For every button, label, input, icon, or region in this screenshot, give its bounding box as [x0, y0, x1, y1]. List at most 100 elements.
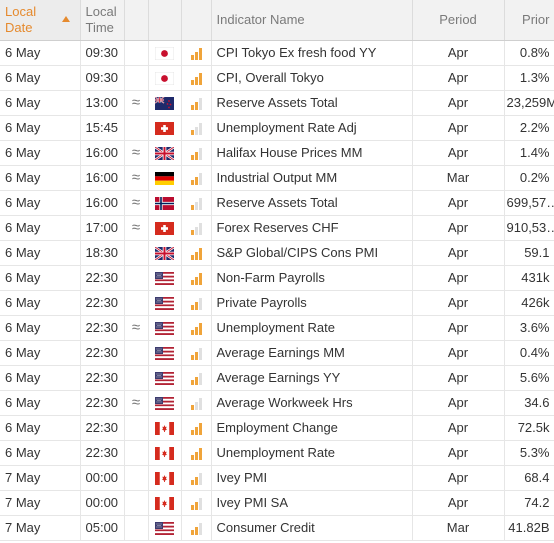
period-cell: Apr [412, 215, 505, 241]
approx-icon [124, 240, 149, 266]
indicator-name-cell[interactable]: Unemployment Rate [211, 440, 413, 466]
indicator-name-cell[interactable]: Unemployment Rate Adj [211, 115, 413, 141]
approx-icon [124, 265, 149, 291]
table-row[interactable]: 6 May 15:45 Unemployment Rate Adj Apr 2.2% [0, 115, 554, 141]
local-time-cell: 16:00 [80, 190, 125, 216]
indicator-name-cell[interactable]: Ivey PMI SA [211, 490, 413, 516]
indicator-name-cell[interactable]: Unemployment Rate [211, 315, 413, 341]
importance-cell [181, 115, 212, 141]
table-row[interactable]: 7 May 00:00 Ivey PMI SA Apr 74.2 [0, 490, 554, 516]
column-header-prior[interactable]: Prior [504, 0, 554, 41]
table-row[interactable]: 6 May 22:30 ≈ Unemployment Rate Apr 3.6% [0, 315, 554, 341]
ca-flag-icon [155, 422, 174, 436]
table-row[interactable]: 6 May 17:00 ≈ Forex Reserves CHF Apr 910,53… [0, 215, 554, 241]
us-flag-icon [155, 397, 174, 411]
column-header-indicator-name-label: Indicator Name [216, 11, 305, 27]
country-flag-cell [148, 165, 182, 191]
table-row[interactable]: 6 May 16:00 ≈ Reserve Assets Total Apr 699,57… [0, 190, 554, 216]
local-date-cell: 6 May [0, 40, 81, 66]
local-time-cell: 13:00 [80, 90, 125, 116]
indicator-name-cell[interactable]: Employment Change [211, 415, 413, 441]
table-row[interactable]: 7 May 05:00 Consumer Credit Mar 41.82B [0, 515, 554, 541]
importance-bars-icon [190, 222, 202, 235]
prior-cell: 0.4% [504, 340, 554, 366]
column-header-local-time[interactable]: Local Time [80, 0, 125, 41]
country-flag-cell [148, 490, 182, 516]
table-row[interactable]: 6 May 22:30 Employment Change Apr 72.5k [0, 415, 554, 441]
period-cell: Apr [412, 490, 505, 516]
country-flag-cell [148, 315, 182, 341]
local-date-cell: 6 May [0, 115, 81, 141]
local-time-cell: 22:30 [80, 365, 125, 391]
local-date-cell: 6 May [0, 340, 81, 366]
column-header-period[interactable]: Period [412, 0, 505, 41]
local-time-cell: 22:30 [80, 290, 125, 316]
table-row[interactable]: 6 May 22:30 Private Payrolls Apr 426k [0, 290, 554, 316]
local-time-cell: 09:30 [80, 65, 125, 91]
indicator-name-cell[interactable]: Non-Farm Payrolls [211, 265, 413, 291]
indicator-name-cell[interactable]: Reserve Assets Total [211, 190, 413, 216]
indicator-name-cell[interactable]: CPI, Overall Tokyo [211, 65, 413, 91]
local-date-cell: 7 May [0, 465, 81, 491]
importance-bars-icon [190, 97, 202, 110]
local-time-cell: 16:00 [80, 165, 125, 191]
table-row[interactable]: 6 May 22:30 Non-Farm Payrolls Apr 431k [0, 265, 554, 291]
table-header-row: Local Date Local Time Indicator Name Per… [0, 0, 554, 41]
table-row[interactable]: 6 May 22:30 Average Earnings MM Apr 0.4% [0, 340, 554, 366]
table-row[interactable]: 6 May 13:00 ≈ Reserve Assets Total Apr 23,259… [0, 90, 554, 116]
indicator-name-cell[interactable]: Average Workweek Hrs [211, 390, 413, 416]
prior-cell: 59.1 [504, 240, 554, 266]
country-flag-cell [148, 140, 182, 166]
indicator-name-cell[interactable]: Private Payrolls [211, 290, 413, 316]
indicator-name-cell[interactable]: Halifax House Prices MM [211, 140, 413, 166]
indicator-name-cell[interactable]: Average Earnings YY [211, 365, 413, 391]
table-row[interactable]: 6 May 09:30 CPI Tokyo Ex fresh food YY Apr 0… [0, 40, 554, 66]
period-cell: Mar [412, 165, 505, 191]
local-time-cell: 00:00 [80, 465, 125, 491]
country-flag-cell [148, 390, 182, 416]
indicator-name-cell[interactable]: Reserve Assets Total [211, 90, 413, 116]
importance-bars-icon [190, 147, 202, 160]
table-row[interactable]: 6 May 22:30 ≈ Average Workweek Hrs Apr 34.6 [0, 390, 554, 416]
importance-cell [181, 190, 212, 216]
table-row[interactable]: 6 May 16:00 ≈ Industrial Output MM Mar 0.2% [0, 165, 554, 191]
us-flag-icon [155, 322, 174, 336]
indicator-name-cell[interactable]: Consumer Credit [211, 515, 413, 541]
importance-bars-icon [190, 197, 202, 210]
country-flag-cell [148, 415, 182, 441]
prior-cell: 1.4% [504, 140, 554, 166]
importance-bars-icon [190, 172, 202, 185]
period-cell: Mar [412, 515, 505, 541]
table-row[interactable]: 6 May 22:30 Average Earnings YY Apr 5.6% [0, 365, 554, 391]
indicator-name-cell[interactable]: Average Earnings MM [211, 340, 413, 366]
approx-icon [124, 290, 149, 316]
approx-icon: ≈ [124, 165, 149, 191]
local-time-cell: 15:45 [80, 115, 125, 141]
column-header-local-date[interactable]: Local Date [0, 0, 81, 41]
indicator-name-cell[interactable]: S&P Global/CIPS Cons PMI [211, 240, 413, 266]
period-cell: Apr [412, 465, 505, 491]
table-row[interactable]: 6 May 16:00 ≈ Halifax House Prices MM Apr 1.4… [0, 140, 554, 166]
column-header-indicator-name[interactable]: Indicator Name [211, 0, 413, 41]
table-row[interactable]: 7 May 00:00 Ivey PMI Apr 68.4 [0, 465, 554, 491]
indicator-name-cell[interactable]: Forex Reserves CHF [211, 215, 413, 241]
indicator-name-cell[interactable]: Industrial Output MM [211, 165, 413, 191]
local-date-cell: 6 May [0, 390, 81, 416]
local-time-cell: 22:30 [80, 440, 125, 466]
period-cell: Apr [412, 190, 505, 216]
prior-cell: 699,57… [504, 190, 554, 216]
importance-bars-icon [190, 397, 202, 410]
local-date-cell: 6 May [0, 190, 81, 216]
importance-bars-icon [190, 522, 202, 535]
country-flag-cell [148, 90, 182, 116]
local-date-cell: 7 May [0, 490, 81, 516]
indicator-name-cell[interactable]: CPI Tokyo Ex fresh food YY [211, 40, 413, 66]
indicator-name-cell[interactable]: Ivey PMI [211, 465, 413, 491]
jp-flag-icon [155, 72, 174, 86]
local-time-cell: 22:30 [80, 315, 125, 341]
importance-bars-icon [190, 422, 202, 435]
table-row[interactable]: 6 May 18:30 S&P Global/CIPS Cons PMI Apr 59.… [0, 240, 554, 266]
table-row[interactable]: 6 May 09:30 CPI, Overall Tokyo Apr 1.3% [0, 65, 554, 91]
table-row[interactable]: 6 May 22:30 Unemployment Rate Apr 5.3% [0, 440, 554, 466]
us-flag-icon [155, 347, 174, 361]
